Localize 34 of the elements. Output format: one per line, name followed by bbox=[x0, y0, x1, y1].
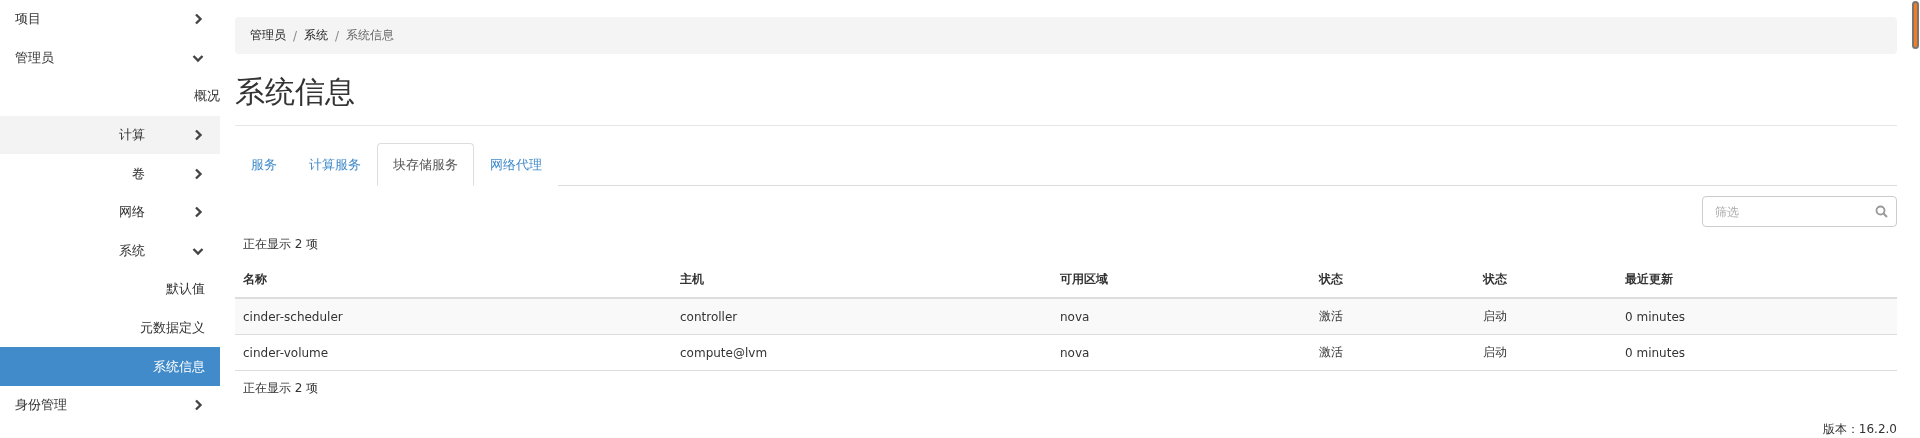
table-cell: 0 minutes bbox=[1617, 334, 1897, 371]
item-count: 正在显示 2 项 bbox=[242, 236, 320, 253]
table-cell: compute@lvm bbox=[672, 334, 1052, 371]
breadcrumb-separator: / bbox=[293, 28, 298, 43]
table-cell: 激活 bbox=[1311, 334, 1475, 371]
table-cell: cinder-volume bbox=[235, 334, 672, 371]
sidebar-item[interactable]: 卷 bbox=[0, 154, 220, 193]
table-cell: cinder-scheduler bbox=[235, 298, 672, 335]
sidebar-item[interactable]: 概况 bbox=[0, 77, 220, 116]
table-cell: controller bbox=[672, 298, 1052, 335]
table-cell: 启动 bbox=[1475, 334, 1617, 371]
item-count: 正在显示 2 项 bbox=[242, 380, 320, 397]
sidebar-item[interactable]: 元数据定义 bbox=[0, 308, 220, 348]
table-cell: 0 minutes bbox=[1617, 298, 1897, 335]
version-text: 版本：16.2.0 bbox=[1822, 421, 1897, 438]
sidebar-item[interactable]: 网络 bbox=[0, 192, 220, 232]
sidebar-item[interactable]: 管理员 bbox=[0, 38, 220, 78]
table-cell: nova bbox=[1052, 334, 1311, 371]
sidebar-item[interactable]: 项目 bbox=[0, 0, 220, 39]
breadcrumb-item[interactable]: 系统 bbox=[304, 27, 329, 44]
table-cell: 激活 bbox=[1311, 298, 1475, 335]
sidebar-item[interactable]: 系统信息 bbox=[0, 347, 220, 386]
table-cell: nova bbox=[1052, 298, 1311, 335]
page-title: 系统信息 bbox=[235, 72, 1897, 126]
sidebar-item[interactable]: 默认值 bbox=[0, 270, 220, 309]
sidebar-item[interactable]: 系统 bbox=[0, 231, 220, 271]
breadcrumb-item[interactable]: 管理员 bbox=[250, 27, 286, 44]
breadcrumb-separator: / bbox=[335, 28, 340, 43]
sidebar-item[interactable]: 计算 bbox=[0, 115, 220, 155]
breadcrumb-item: 系统信息 bbox=[346, 27, 395, 44]
table-cell: 启动 bbox=[1475, 298, 1617, 335]
sidebar-item[interactable]: 身份管理 bbox=[0, 385, 220, 425]
tab[interactable]: 块存储服务 bbox=[377, 143, 474, 186]
filter-field[interactable]: 筛选 bbox=[1702, 196, 1897, 227]
